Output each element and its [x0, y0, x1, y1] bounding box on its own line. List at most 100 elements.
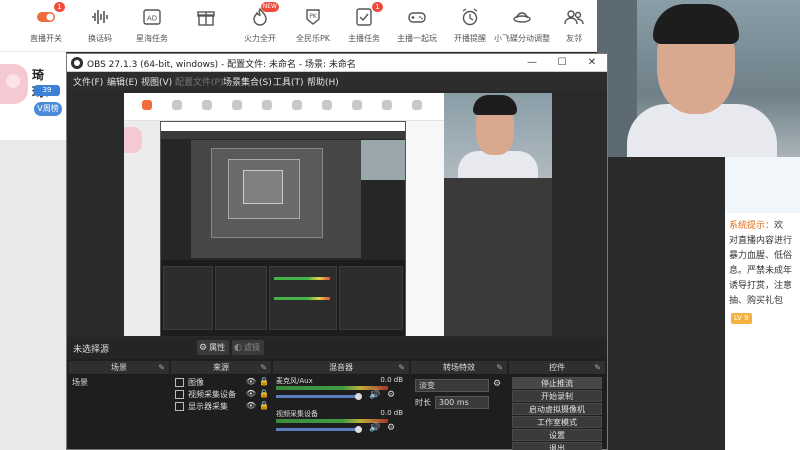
source-label: 视频采集设备	[188, 390, 236, 399]
dock-options-icon[interactable]: ✎	[496, 361, 503, 375]
duration-input[interactable]: 300 ms	[435, 396, 489, 409]
avatar[interactable]	[0, 64, 28, 104]
svg-text:PK: PK	[309, 13, 318, 20]
preview-nested-canvas-2	[211, 148, 323, 238]
transitions-title: 转场特效	[443, 363, 475, 372]
camera-person-hair	[653, 4, 739, 44]
gear-icon[interactable]: ⚙	[387, 423, 395, 433]
settings-button[interactable]: 设置	[512, 429, 602, 441]
preview-toolbar-icon	[202, 100, 212, 110]
preview-empty-area	[444, 178, 552, 336]
controls-body: 停止推流 开始录制 启动虚拟摄像机 工作室模式 设置 退出	[509, 375, 605, 450]
preview-toggle-icon	[142, 100, 152, 110]
stop-streaming-button[interactable]: 停止推流	[512, 377, 602, 389]
friends-icon	[563, 6, 585, 28]
dock-options-icon[interactable]: ✎	[594, 361, 601, 375]
menu-tools[interactable]: 工具(T)	[273, 75, 304, 88]
preview-obs-window	[160, 121, 406, 336]
channel-name: 麦克风/Aux	[276, 377, 313, 385]
obs-title-bar[interactable]: OBS 27.1.3 (64-bit, windows) - 配置文件: 未命名…	[67, 54, 607, 72]
camera-feed	[597, 0, 800, 157]
image-icon	[175, 378, 184, 387]
source-item[interactable]: 图像 👁 🔒	[175, 377, 269, 389]
volume-slider-handle[interactable]	[355, 426, 362, 433]
preview-toolbar-icon	[262, 100, 272, 110]
speaker-icon[interactable]: 🔊	[369, 423, 380, 433]
preview-canvas[interactable]	[124, 93, 552, 336]
system-notice-line: 欢	[774, 221, 784, 231]
volume-slider[interactable]	[276, 428, 358, 431]
gift-icon	[195, 6, 217, 28]
vip-rank-button[interactable]: V周榜	[34, 102, 62, 116]
dock-options-icon[interactable]: ✎	[398, 361, 405, 375]
toolbar-reminder[interactable]: 开播提醒	[442, 6, 498, 44]
dock-options-icon[interactable]: ✎	[260, 361, 267, 375]
gear-icon[interactable]: ⚙	[493, 379, 501, 389]
toolbar-play-together[interactable]: 主播一起玩	[389, 6, 445, 44]
dock-header: 控件 ✎	[509, 361, 605, 375]
studio-mode-button[interactable]: 工作室模式	[512, 416, 602, 428]
gear-icon[interactable]: ⚙	[387, 390, 395, 400]
preview-dock	[215, 266, 267, 330]
filters-button[interactable]: ◐ 滤镜	[232, 340, 264, 355]
menu-scene-collection[interactable]: 场景集合(S)	[223, 75, 272, 88]
duration-label: 时长	[415, 398, 431, 407]
toolbar-ufo[interactable]: 小飞碟分动调整	[494, 6, 550, 44]
volume-slider-handle[interactable]	[355, 393, 362, 400]
menu-view[interactable]: 视图(V)	[141, 75, 172, 88]
lock-icon[interactable]: 🔒	[259, 377, 269, 386]
toolbar-gift[interactable]	[178, 6, 234, 33]
menu-help[interactable]: 帮助(H)	[307, 75, 339, 88]
toolbar-star-task[interactable]: AD 星海任务	[124, 6, 180, 44]
system-notice: 系统提示：欢 对直播内容进行 暴力血腥、低俗 息。严禁未成年 诱导打赏，注意 抽…	[729, 219, 799, 309]
volume-slider[interactable]	[276, 395, 358, 398]
toolbar-voice[interactable]: 换话码	[72, 6, 128, 44]
preview-toolbar-icon	[232, 100, 242, 110]
source-item[interactable]: 显示器采集 👁 🔒	[175, 401, 269, 413]
preview-nested-canvas	[191, 140, 361, 258]
start-virtual-camera-button[interactable]: 启动虚拟摄像机	[512, 403, 602, 415]
gear-icon: ⚙	[199, 343, 208, 353]
minimize-button[interactable]: —	[517, 54, 547, 71]
scene-item[interactable]: 场景	[72, 377, 88, 388]
lock-icon[interactable]: 🔒	[259, 401, 269, 410]
user-level-badge: LV 9	[731, 313, 752, 324]
visibility-eye-icon[interactable]: 👁	[246, 389, 256, 398]
controls-title: 控件	[549, 363, 565, 372]
source-item[interactable]: 视频采集设备 👁 🔒	[175, 389, 269, 401]
host-profile-panel: 琦琦： 39 V周榜	[0, 52, 66, 450]
exit-button[interactable]: 退出	[512, 442, 602, 450]
notification-badge: 1	[372, 2, 383, 12]
scenes-title: 场景	[111, 363, 127, 372]
toolbar-firepower[interactable]: NEW 火力全开	[232, 2, 288, 44]
toolbar-friends[interactable]: 友邻	[546, 6, 602, 44]
obs-window: OBS 27.1.3 (64-bit, windows) - 配置文件: 未命名…	[66, 53, 608, 450]
scene-transitions-dock: 转场特效 ✎ 淡变 ⚙ 时长 300 ms	[411, 361, 507, 449]
controls-dock: 控件 ✎ 停止推流 开始录制 启动虚拟摄像机 工作室模式 设置 退出	[509, 361, 605, 450]
menu-profile[interactable]: 配置文件(P)	[175, 75, 223, 88]
dock-options-icon[interactable]: ✎	[158, 361, 165, 375]
preview-toolbar	[124, 93, 444, 121]
menu-edit[interactable]: 编辑(E)	[107, 75, 138, 88]
visibility-eye-icon[interactable]: 👁	[246, 377, 256, 386]
toolbar-pk[interactable]: PK 全民乐PK	[285, 6, 341, 44]
system-notice-line: 诱导打赏，注意	[729, 281, 793, 291]
start-recording-button[interactable]: 开始录制	[512, 390, 602, 402]
visibility-eye-icon[interactable]: 👁	[246, 401, 256, 410]
toolbar-live-toggle[interactable]: 1 直播开关	[18, 2, 74, 44]
dock-header: 混音器 ✎	[273, 361, 409, 375]
close-button[interactable]: ✕	[577, 54, 607, 71]
maximize-button[interactable]: ☐	[547, 54, 577, 71]
scenes-list: 场景	[69, 375, 169, 449]
preview-camera-feed	[444, 93, 552, 178]
transition-select[interactable]: 淡变	[415, 379, 489, 392]
dock-header: 转场特效 ✎	[411, 361, 507, 375]
system-notice-line: 对直播内容进行	[729, 236, 793, 246]
lock-icon[interactable]: 🔒	[259, 389, 269, 398]
streaming-toolbar: 1 直播开关 换话码 AD 星海任务 NEW 火力全开 PK 全民乐PK 1 主…	[0, 0, 600, 52]
audio-mixer-dock: 混音器 ✎ 麦克风/Aux 0.0 dB 🔊 ⚙ 视频采集设备 0.0 dB 🔊 …	[273, 361, 409, 449]
menu-file[interactable]: 文件(F)	[73, 75, 103, 88]
properties-button[interactable]: ⚙ 属性	[197, 340, 230, 355]
speaker-icon[interactable]: 🔊	[369, 390, 380, 400]
toolbar-host-task[interactable]: 1 主播任务	[336, 2, 392, 44]
